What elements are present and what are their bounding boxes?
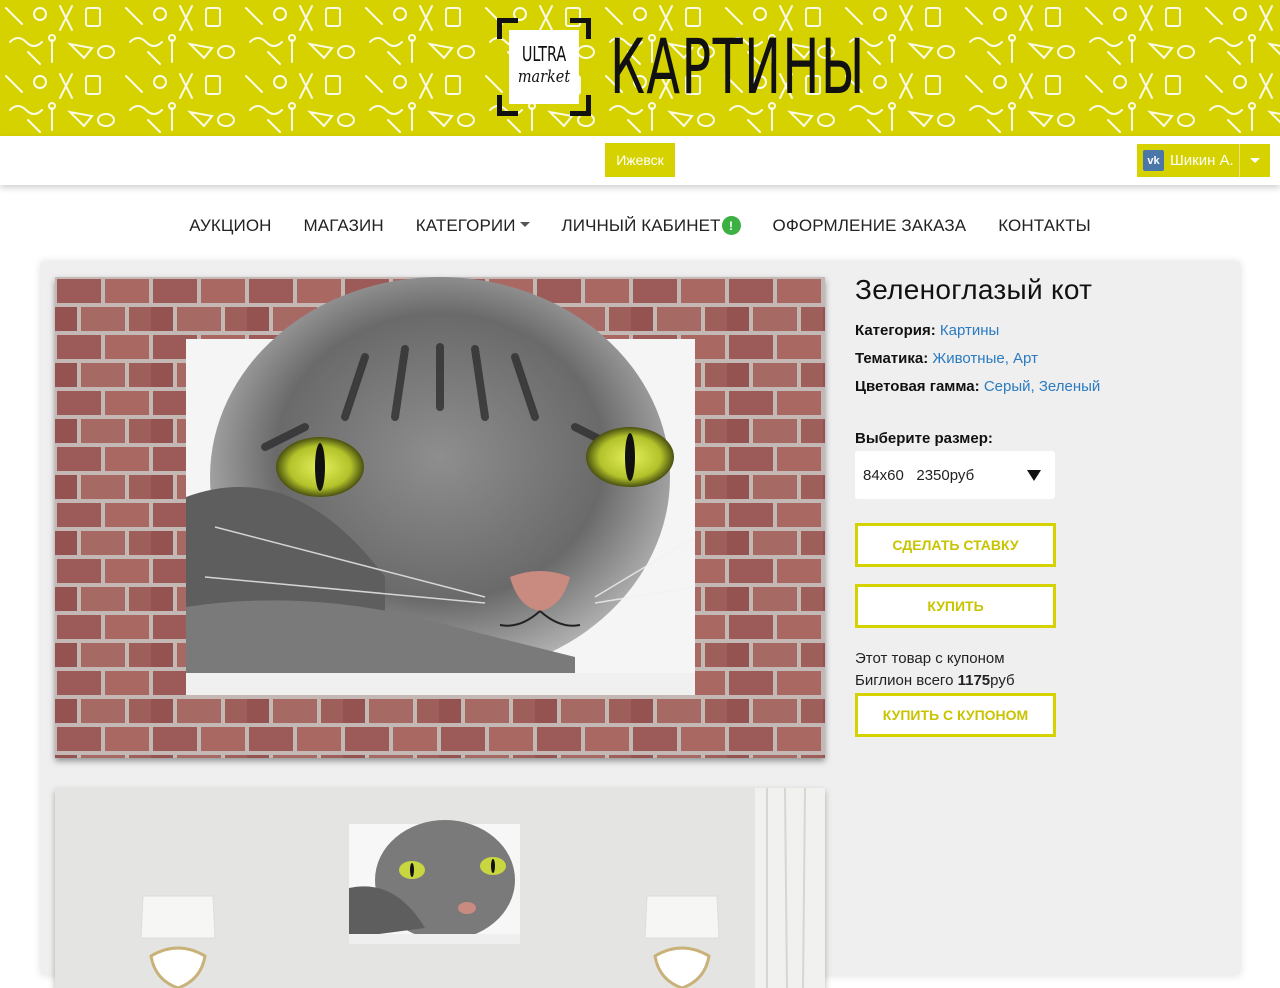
- size-label: Выберите размер:: [855, 430, 993, 447]
- color-label: Цветовая гамма:: [855, 378, 980, 395]
- place-bid-button[interactable]: СДЕЛАТЬ СТАВКУ: [855, 523, 1056, 567]
- user-dropdown-toggle[interactable]: [1239, 144, 1270, 177]
- caret-down-icon: [519, 221, 530, 227]
- size-selected-value: 84x60 2350руб: [863, 466, 975, 484]
- vk-icon: vk: [1143, 150, 1164, 171]
- coupon-prefix: Биглион всего: [855, 672, 958, 689]
- nav-shop[interactable]: МАГАЗИН: [304, 216, 384, 236]
- product-card: Зеленоглазый кот Категория: Картины Тема…: [41, 262, 1240, 988]
- city-selector-button[interactable]: Ижевск: [605, 143, 675, 177]
- logo-bracket: [497, 18, 518, 39]
- logo-bracket: [570, 18, 591, 39]
- product-title: Зеленоглазый кот: [855, 274, 1093, 305]
- coupon-price: 1175: [957, 672, 991, 689]
- logo-bracket: [570, 95, 591, 116]
- main-navigation: АУКЦИОН МАГАЗИН КАТЕГОРИИ ЛИЧНЫЙ КАБИНЕТ…: [0, 185, 1280, 264]
- coupon-offer-text: Этот товар с купоном Биглион всего 1175р…: [855, 648, 1015, 692]
- coupon-suffix: руб: [990, 672, 1015, 689]
- user-name: Шикин А.: [1170, 152, 1234, 169]
- product-photo-interior[interactable]: [55, 788, 825, 988]
- top-bar: Ижевск vk Шикин А.: [0, 136, 1280, 185]
- site-title: КАРТИНЫ: [610, 22, 866, 111]
- nav-categories[interactable]: КАТЕГОРИИ: [416, 216, 530, 236]
- header-banner: ULTRA market КАРТИНЫ: [0, 0, 1280, 136]
- color-link[interactable]: Серый, Зеленый: [984, 378, 1100, 395]
- interior-image: [55, 788, 825, 988]
- logo-bracket: [497, 95, 518, 116]
- nav-auction[interactable]: АУКЦИОН: [189, 216, 271, 236]
- category-link[interactable]: Картины: [940, 322, 999, 339]
- product-category: Категория: Картины: [855, 322, 999, 339]
- alert-icon: !: [721, 216, 741, 235]
- nav-categories-label: КАТЕГОРИИ: [415, 215, 516, 235]
- user-profile[interactable]: vk Шикин А.: [1137, 144, 1239, 177]
- theme-label: Тематика:: [855, 350, 929, 367]
- buy-button[interactable]: КУПИТЬ: [855, 584, 1056, 628]
- nav-account[interactable]: ЛИЧНЫЙ КАБИНЕТ !: [562, 216, 741, 236]
- chevron-down-icon: [1250, 158, 1260, 163]
- logo-text-market: market: [517, 67, 571, 87]
- theme-link[interactable]: Животные, Арт: [932, 350, 1038, 367]
- brick-wall-image: [55, 277, 825, 758]
- coupon-line-1: Этот товар с купоном: [855, 650, 1005, 667]
- logo-text-ultra: ULTRA: [521, 42, 567, 66]
- ultra-market-logo[interactable]: ULTRA market: [497, 18, 591, 116]
- product-photo-main[interactable]: [55, 277, 825, 758]
- nav-contacts[interactable]: КОНТАКТЫ: [998, 216, 1091, 236]
- product-color-range: Цветовая гамма: Серый, Зеленый: [855, 378, 1100, 395]
- nav-checkout[interactable]: ОФОРМЛЕНИЕ ЗАКАЗА: [773, 216, 967, 236]
- product-theme: Тематика: Животные, Арт: [855, 350, 1038, 367]
- buy-with-coupon-button[interactable]: КУПИТЬ С КУПОНОМ: [855, 693, 1056, 737]
- category-label: Категория:: [855, 322, 936, 339]
- nav-account-label: ЛИЧНЫЙ КАБИНЕТ: [561, 215, 721, 235]
- coupon-line-2: Биглион всего 1175руб: [855, 670, 1015, 692]
- dropdown-arrow-icon: [1027, 470, 1041, 481]
- size-select[interactable]: 84x60 2350руб: [855, 451, 1055, 499]
- user-menu-button[interactable]: vk Шикин А.: [1137, 144, 1270, 177]
